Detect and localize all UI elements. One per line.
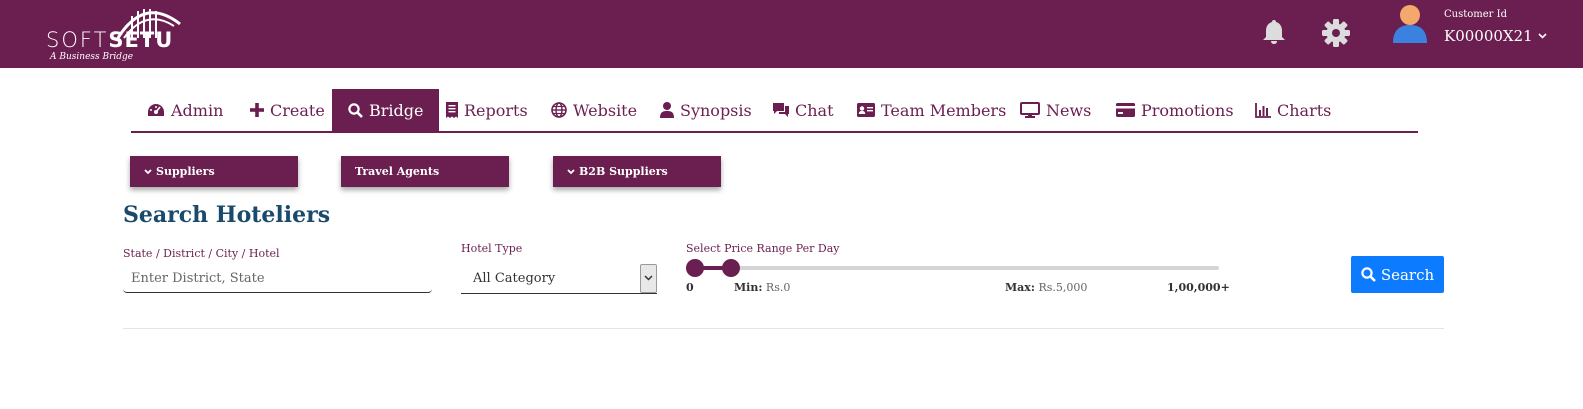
price-min-readout: Min: Rs.0 bbox=[734, 281, 790, 294]
tab-admin[interactable]: Admin bbox=[131, 89, 239, 131]
select-arrow[interactable] bbox=[640, 263, 657, 293]
max-label: Max: bbox=[1005, 281, 1035, 294]
brand-name-part1: SOFT bbox=[46, 28, 109, 52]
tab-label: Bridge bbox=[369, 100, 424, 120]
chevron-down-icon bbox=[644, 275, 653, 281]
bar-chart-icon bbox=[1255, 102, 1271, 118]
tab-label: Admin bbox=[171, 100, 224, 120]
tab-reports[interactable]: Reports bbox=[430, 89, 544, 131]
tab-label: Create bbox=[270, 100, 325, 120]
chevron-down-icon bbox=[567, 168, 575, 174]
tab-label: Website bbox=[573, 100, 638, 120]
brand-name-part2: SETU bbox=[108, 28, 174, 52]
tab-charts[interactable]: Charts bbox=[1239, 89, 1347, 131]
brand-tagline: A Business Bridge bbox=[50, 52, 134, 62]
suppliers-label: Suppliers bbox=[156, 165, 215, 178]
hotel-type-select[interactable]: All Category bbox=[461, 263, 657, 294]
plus-icon bbox=[250, 103, 264, 117]
brand-logo[interactable]: SOFTSETU A Business Bridge bbox=[44, 2, 194, 66]
chat-icon bbox=[773, 103, 789, 117]
gear-icon[interactable] bbox=[1322, 19, 1350, 47]
tab-label: Reports bbox=[464, 100, 528, 120]
hotel-type-value: All Category bbox=[473, 270, 556, 286]
tab-website[interactable]: Website bbox=[535, 89, 653, 131]
dashboard-icon bbox=[148, 103, 164, 116]
main-nav: Admin Create Bridge Reports Website Syno… bbox=[131, 89, 1418, 133]
tab-chat[interactable]: Chat bbox=[757, 89, 850, 131]
page-title: Search Hoteliers bbox=[123, 202, 331, 228]
tab-create[interactable]: Create bbox=[234, 89, 341, 131]
hotel-type-label: Hotel Type bbox=[461, 242, 523, 255]
b2b-suppliers-label: B2B Suppliers bbox=[579, 165, 668, 178]
tab-label: Charts bbox=[1277, 100, 1332, 120]
user-avatar-icon[interactable] bbox=[1391, 3, 1429, 45]
tab-label: Team Members bbox=[881, 100, 1007, 120]
location-label: State / District / City / Hotel bbox=[123, 247, 280, 260]
search-button-label: Search bbox=[1380, 265, 1435, 284]
tab-team-members[interactable]: Team Members bbox=[841, 89, 1022, 131]
brand-name: SOFTSETU bbox=[46, 28, 173, 52]
customer-id-label: Customer Id bbox=[1444, 9, 1507, 20]
tab-label: Synopsis bbox=[680, 100, 752, 120]
customer-id-value: K00000X21 bbox=[1444, 27, 1533, 45]
tab-promotions[interactable]: Promotions bbox=[1100, 89, 1250, 131]
price-scale-min-value: 0 bbox=[686, 281, 694, 294]
tab-synopsis[interactable]: Synopsis bbox=[644, 89, 768, 131]
suppliers-button[interactable]: Suppliers bbox=[130, 156, 298, 187]
id-card-icon bbox=[857, 103, 875, 117]
location-input[interactable] bbox=[123, 264, 432, 293]
search-button[interactable]: Search bbox=[1351, 256, 1444, 293]
max-value: Rs.5,000 bbox=[1038, 281, 1088, 294]
min-label: Min: bbox=[734, 281, 763, 294]
tab-news[interactable]: News bbox=[1004, 89, 1107, 131]
search-icon bbox=[348, 102, 363, 118]
tab-label: Chat bbox=[795, 100, 834, 120]
b2b-suppliers-button[interactable]: B2B Suppliers bbox=[553, 156, 721, 187]
receipt-icon bbox=[446, 102, 458, 118]
travel-agents-button[interactable]: Travel Agents bbox=[341, 156, 509, 187]
tab-bridge[interactable]: Bridge bbox=[332, 89, 440, 131]
section-divider bbox=[123, 328, 1444, 329]
chevron-down-icon bbox=[1538, 33, 1547, 39]
chevron-down-icon bbox=[144, 168, 152, 174]
search-icon bbox=[1361, 267, 1376, 282]
monitor-icon bbox=[1020, 102, 1040, 118]
globe-icon bbox=[551, 102, 567, 118]
price-max-readout: Max: Rs.5,000 bbox=[1005, 281, 1087, 294]
customer-id-dropdown[interactable]: K00000X21 bbox=[1444, 27, 1547, 45]
price-range-label: Select Price Range Per Day bbox=[686, 242, 840, 255]
price-slider-track[interactable] bbox=[686, 266, 1219, 270]
tab-label: Promotions bbox=[1141, 100, 1234, 120]
credit-card-icon bbox=[1116, 103, 1135, 117]
bell-icon[interactable] bbox=[1262, 19, 1286, 45]
tab-label: News bbox=[1046, 100, 1092, 120]
price-slider-max-handle[interactable] bbox=[721, 259, 740, 277]
top-header: SOFTSETU A Business Bridge Customer Id K… bbox=[0, 0, 1583, 68]
price-slider-min-handle[interactable] bbox=[686, 259, 704, 277]
price-scale-min: 0 bbox=[686, 281, 694, 294]
min-value: Rs.0 bbox=[765, 281, 791, 294]
price-scale-max-value: 1,00,000+ bbox=[1167, 281, 1230, 294]
travel-agents-label: Travel Agents bbox=[355, 165, 440, 178]
user-icon bbox=[660, 102, 674, 118]
price-scale-max: 1,00,000+ bbox=[1167, 281, 1230, 294]
